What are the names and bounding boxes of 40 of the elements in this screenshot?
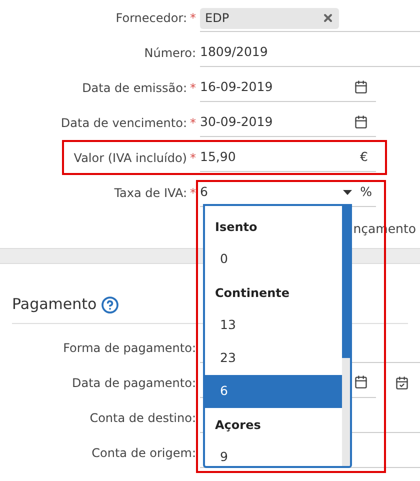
amount-field[interactable]: 15,90 € bbox=[200, 144, 376, 172]
number-field[interactable]: 1809/2019 bbox=[200, 38, 420, 66]
currency-unit: € bbox=[360, 148, 368, 166]
supplier-field[interactable]: EDP bbox=[200, 4, 420, 32]
calendar-icon[interactable] bbox=[354, 80, 368, 94]
required-mark: * bbox=[190, 80, 196, 96]
supplier-tag[interactable]: EDP bbox=[200, 8, 339, 28]
date-field[interactable]: 16-09-2019 bbox=[200, 74, 376, 102]
field-label: Data de pagamento: bbox=[72, 374, 196, 392]
field-label: Taxa de IVA: bbox=[114, 184, 187, 202]
calendar-icon[interactable] bbox=[354, 115, 368, 129]
field-label: Forma de pagamento: bbox=[63, 340, 196, 356]
help-icon[interactable] bbox=[100, 296, 119, 314]
calendar-check-icon[interactable] bbox=[395, 376, 409, 390]
dropdown-option[interactable]: 0 bbox=[205, 243, 342, 276]
dropdown-option[interactable]: 9 bbox=[205, 441, 342, 466]
field-label: Data de emissão: bbox=[82, 80, 187, 96]
field-label: Data de vencimento: bbox=[60, 114, 187, 132]
section-title: Pagamento bbox=[12, 294, 97, 316]
calendar-icon[interactable] bbox=[354, 375, 368, 389]
required-mark: * bbox=[190, 114, 196, 132]
field-label: Conta de origem: bbox=[92, 444, 196, 462]
date-field[interactable]: 30-09-2019 bbox=[200, 108, 376, 136]
caret-icon bbox=[343, 190, 352, 194]
field-label: Número: bbox=[144, 44, 196, 62]
dropdown-option[interactable]: 6 bbox=[205, 375, 342, 408]
dropdown-option[interactable]: 13 bbox=[205, 309, 342, 342]
option-group-header: Açores bbox=[214, 416, 262, 434]
required-mark: * bbox=[190, 184, 196, 202]
required-mark: * bbox=[190, 10, 196, 26]
percent-unit: % bbox=[360, 182, 372, 201]
option-group-header: Continente bbox=[214, 284, 291, 302]
option-group-header: Isento bbox=[214, 218, 258, 236]
required-mark: * bbox=[190, 150, 196, 166]
field-label: Valor (IVA incluído) bbox=[74, 150, 187, 166]
field-label: Conta de destino: bbox=[90, 410, 196, 426]
scrollbar[interactable] bbox=[342, 206, 350, 466]
field-label: Fornecedor: bbox=[116, 10, 187, 26]
remove-icon[interactable] bbox=[322, 12, 334, 24]
dropdown-option[interactable]: 23 bbox=[205, 342, 342, 375]
